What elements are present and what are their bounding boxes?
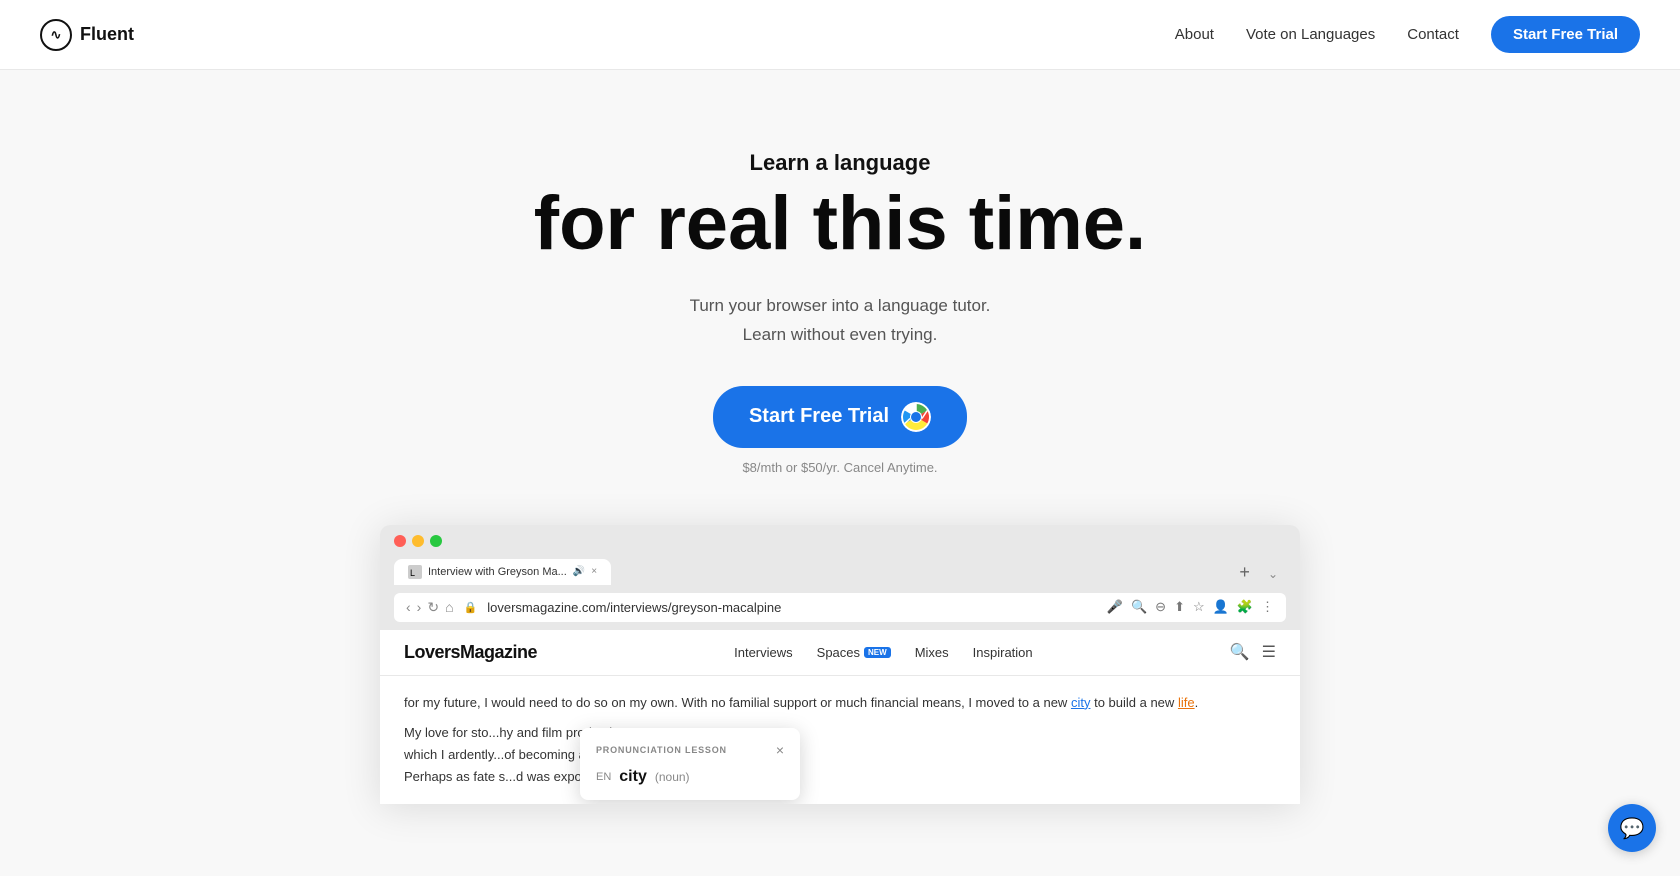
browser-nav-buttons: ‹ › ↻ ⌂	[406, 599, 454, 616]
browser-mockup: L Interview with Greyson Ma... 🔊 × + ⌄ ‹…	[380, 525, 1300, 804]
page-text-1: for my future, I would need to do so on …	[404, 692, 1276, 714]
extension-icon[interactable]: 🧩	[1237, 599, 1253, 615]
profile-icon[interactable]: 👤	[1213, 599, 1229, 615]
cta-label: Start Free Trial	[749, 405, 889, 428]
popup-close-button[interactable]: ×	[776, 742, 784, 758]
browser-page-content: LoversMagazine Interviews Spaces NEW Mix…	[380, 630, 1300, 804]
price-note: $8/mth or $50/yr. Cancel Anytime.	[742, 460, 937, 475]
dot-red	[394, 535, 406, 547]
highlight-life[interactable]: life	[1178, 695, 1195, 710]
hero-cta-area: Start Free Trial	[713, 386, 967, 475]
forward-button[interactable]: ›	[417, 599, 422, 615]
more-icon[interactable]: ⋮	[1261, 599, 1274, 615]
share-icon[interactable]: ⬆	[1174, 599, 1185, 615]
search-icon[interactable]: 🔍	[1131, 599, 1147, 615]
nav-cta-button[interactable]: Start Free Trial	[1491, 16, 1640, 53]
hero-title: for real this time.	[534, 184, 1146, 264]
nav-links: About Vote on Languages Contact Start Fr…	[1175, 16, 1640, 53]
tab-maximize[interactable]: ⌄	[1260, 563, 1286, 585]
bookmark-icon[interactable]: ☆	[1193, 599, 1205, 615]
hero-cta-button[interactable]: Start Free Trial	[713, 386, 967, 448]
logo-text: Fluent	[80, 24, 134, 45]
nav-link-vote[interactable]: Vote on Languages	[1246, 26, 1375, 43]
browser-chrome-bar: L Interview with Greyson Ma... 🔊 × + ⌄ ‹…	[380, 525, 1300, 630]
browser-tab-active[interactable]: L Interview with Greyson Ma... 🔊 ×	[394, 559, 611, 585]
chat-icon: 💬	[1620, 816, 1645, 841]
page-nav-mixes[interactable]: Mixes	[915, 645, 949, 660]
hero-subtitle: Learn a language	[750, 150, 931, 176]
page-nav-spaces[interactable]: Spaces NEW	[817, 645, 891, 660]
browser-tabs-bar: L Interview with Greyson Ma... 🔊 × + ⌄	[394, 559, 1286, 585]
refresh-button[interactable]: ↻	[427, 599, 439, 616]
chat-button[interactable]: 💬	[1608, 804, 1656, 852]
hero-section: Learn a language for real this time. Tur…	[0, 70, 1680, 804]
tab-favicon: L	[408, 565, 422, 579]
page-nav-inspiration[interactable]: Inspiration	[973, 645, 1033, 660]
nav-link-contact[interactable]: Contact	[1407, 26, 1459, 43]
new-tab-button[interactable]: +	[1231, 562, 1258, 583]
lock-icon: 🔒	[464, 601, 478, 614]
pronunciation-popup: PRONUNCIATION LESSON × EN city (noun)	[580, 728, 800, 800]
popup-lang: EN	[596, 771, 611, 783]
tab-close-icon[interactable]: ×	[591, 566, 597, 577]
page-body: for my future, I would need to do so on …	[380, 676, 1300, 804]
navbar: ∿ Fluent About Vote on Languages Contact…	[0, 0, 1680, 70]
address-url[interactable]: loversmagazine.com/interviews/greyson-ma…	[487, 600, 1097, 615]
chrome-icon	[901, 402, 931, 432]
page-nav-links: Interviews Spaces NEW Mixes Inspiration	[734, 645, 1033, 660]
page-nav-interviews[interactable]: Interviews	[734, 645, 793, 660]
address-bar: ‹ › ↻ ⌂ 🔒 loversmagazine.com/interviews/…	[394, 593, 1286, 622]
home-button[interactable]: ⌂	[445, 599, 453, 615]
browser-dots	[394, 535, 442, 547]
svg-text:L: L	[410, 568, 415, 577]
popup-word-row: EN city (noun)	[596, 768, 784, 786]
popup-label: PRONUNCIATION LESSON	[596, 745, 727, 755]
page-nav: LoversMagazine Interviews Spaces NEW Mix…	[380, 630, 1300, 676]
tab-audio-icon: 🔊	[573, 566, 585, 577]
menu-page-icon[interactable]: ☰	[1262, 642, 1276, 662]
dot-green	[430, 535, 442, 547]
mic-icon[interactable]: 🎤	[1107, 599, 1123, 615]
popup-word: city	[619, 768, 647, 786]
zoom-out-icon[interactable]: ⊖	[1155, 599, 1166, 615]
browser-action-icons: 🎤 🔍 ⊖ ⬆ ☆ 👤 🧩 ⋮	[1107, 599, 1274, 615]
search-page-icon[interactable]: 🔍	[1230, 642, 1250, 662]
new-badge: NEW	[864, 647, 891, 658]
nav-link-about[interactable]: About	[1175, 26, 1214, 43]
back-button[interactable]: ‹	[406, 599, 411, 615]
tab-title: Interview with Greyson Ma...	[428, 566, 567, 578]
popup-type: (noun)	[655, 770, 690, 784]
popup-header: PRONUNCIATION LESSON ×	[596, 742, 784, 758]
page-nav-icons: 🔍 ☰	[1230, 642, 1276, 662]
logo-icon: ∿	[40, 19, 72, 51]
hero-description: Turn your browser into a language tutor.…	[690, 292, 991, 350]
page-brand: LoversMagazine	[404, 642, 537, 663]
logo[interactable]: ∿ Fluent	[40, 19, 134, 51]
highlight-city[interactable]: city	[1071, 695, 1091, 710]
dot-yellow	[412, 535, 424, 547]
page-text-2: My love for sto...hy and film production…	[404, 722, 1276, 788]
